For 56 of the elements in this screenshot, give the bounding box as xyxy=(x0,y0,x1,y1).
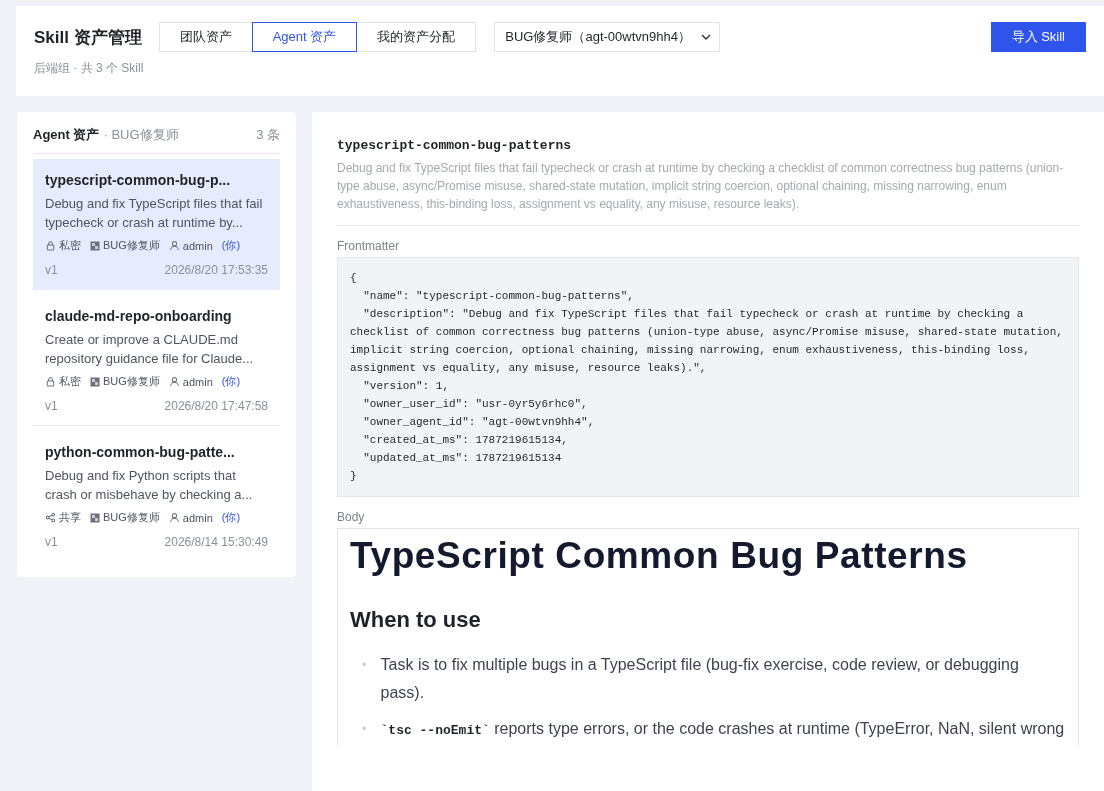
skill-name: python-common-bug-patte... xyxy=(45,444,236,460)
owner-name: admin xyxy=(182,239,213,252)
skill-title: typescript-common-bug-patterns xyxy=(337,138,573,153)
visibility-label: 共享 xyxy=(59,510,81,525)
skill-list-item[interactable]: typescript-common-bug-p... Debug and fix TypeScript files that fail typecheck or crash at runtime by... 私密 BUG修复师 admin (你) v1 2026/8/20 17:53:35 xyxy=(33,159,280,290)
updated-time: 2026/8/20 17:47:58 xyxy=(164,399,268,413)
import-button[interactable]: 导入 Skill xyxy=(990,22,1086,52)
skill-description: Debug and fix TypeScript files that fail typecheck or crash at runtime by checking a checklist of common correctness bug patterns (union-type abuse, async/Promise misuse, shared-state mutation, implicit string coercion, optional chaining, missing narrowing, enum exhaustiveness, this-binding loss, assignment vs equality, any misuse, resource leaks). xyxy=(337,159,1079,226)
user-icon xyxy=(168,376,180,387)
version: v1 xyxy=(45,535,58,549)
skill-name: typescript-common-bug-p... xyxy=(45,172,232,188)
skill-description: Debug and fix Python scripts that crash or misbehave by checking a... xyxy=(45,467,254,504)
panel-subtitle: · BUG修复师 xyxy=(103,126,179,144)
panel-title: Agent 资产 xyxy=(33,126,100,144)
version: v1 xyxy=(45,263,58,277)
agent-name: BUG修复师 xyxy=(103,374,160,389)
section-label: Body xyxy=(337,510,366,524)
visibility-label: 私密 xyxy=(59,374,81,389)
owner-name: admin xyxy=(182,375,213,388)
share-icon xyxy=(45,512,56,523)
bullet-marker: • xyxy=(362,720,367,738)
section-label: Frontmatter xyxy=(337,239,400,253)
tab[interactable]: 团队资产 xyxy=(158,22,253,52)
tab[interactable]: Agent 资产 xyxy=(251,22,358,52)
lock-icon xyxy=(45,376,56,387)
updated-time: 2026/8/20 17:53:35 xyxy=(164,263,268,277)
heading: TypeScript Common Bug Patterns xyxy=(350,535,969,577)
version: v1 xyxy=(45,399,58,413)
agent-icon xyxy=(90,376,100,387)
visibility-label: 私密 xyxy=(59,238,81,253)
bullet-marker: • xyxy=(362,656,367,674)
tab[interactable]: 我的资产分配 xyxy=(356,22,477,52)
agent-select[interactable]: BUG修复师（agt-00wtvn9hh4） xyxy=(494,22,720,52)
page-title: Skill 资产管理 xyxy=(34,26,142,49)
owner-name: admin xyxy=(182,511,213,524)
agent-icon xyxy=(90,240,100,251)
subheading: When to use xyxy=(350,607,482,633)
skill-name: claude-md-repo-onboarding xyxy=(45,308,233,324)
agent-icon xyxy=(90,512,100,523)
skill-description: Debug and fix TypeScript files that fail typecheck or crash at runtime by... xyxy=(45,195,264,232)
item-count: 3 条 xyxy=(256,126,280,144)
user-icon xyxy=(168,240,180,251)
skill-description: Create or improve a CLAUDE.md repository guidance file for Claude... xyxy=(45,331,255,368)
chevron-down-icon xyxy=(700,34,711,40)
updated-time: 2026/8/14 15:30:49 xyxy=(164,535,268,549)
you-tag: (你) xyxy=(221,238,241,253)
bullet-text: `tsc --noEmit` reports type errors, or the code crashes at runtime (TypeError, NaN, silent wrong xyxy=(380,719,1065,740)
user-icon xyxy=(168,512,180,523)
agent-name: BUG修复师 xyxy=(103,510,160,525)
subtitle: 后端组 · 共 3 个 Skill xyxy=(34,60,145,77)
bullet-text: Task is to fix multiple bugs in a TypeScript file (bug-fix exercise, code review, or debugging pass). xyxy=(380,655,1020,703)
you-tag: (你) xyxy=(221,374,241,389)
frontmatter-code: { "name": "typescript-common-bug-patterns", "description": "Debug and fix TypeScript files that fail typecheck or crash at runtime by checking a checklist of common correctness bug patterns (union-type abuse, async/Promise misuse, shared-state mutation, implicit string coercion, optional chaining, missing narrowing, enum exhaustiveness, this-binding loss, assignment vs equality, any misuse, resource leaks).", "version": 1, "owner_user_id": "usr-0yr5y6rhc0", "owner_agent_id": "agt-00wtvn9hh4", "created_at_ms": 1787219615134, "updated_at_ms": 1787219615134 } xyxy=(337,257,1079,497)
lock-icon xyxy=(45,240,56,251)
agent-name: BUG修复师 xyxy=(103,238,160,253)
you-tag: (你) xyxy=(221,510,241,525)
